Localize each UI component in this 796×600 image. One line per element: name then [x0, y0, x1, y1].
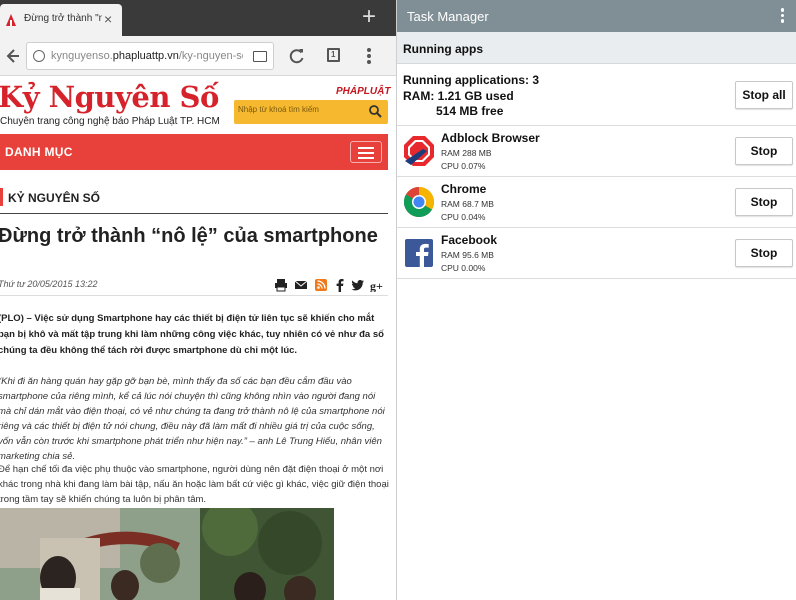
plo-logo: PHÁPLUẬT	[336, 86, 391, 97]
twitter-icon[interactable]	[351, 278, 365, 292]
app-cpu: CPU 0.00%	[441, 263, 486, 273]
tab-switcher-icon[interactable]: 1	[327, 48, 340, 62]
site-search-box[interactable]: Nhập từ khoá tìm kiếm	[234, 100, 388, 124]
task-manager-window: Task Manager Running apps Running applic…	[396, 0, 796, 600]
tab-strip: Đừng trở thành "n × +	[0, 0, 396, 36]
favicon-icon	[6, 14, 16, 26]
adblock-icon	[404, 136, 434, 166]
mail-icon[interactable]	[294, 278, 308, 292]
app-bar: Task Manager	[397, 0, 796, 32]
search-icon[interactable]	[368, 104, 382, 118]
new-tab-button[interactable]: +	[362, 4, 376, 30]
section-header: Running apps	[397, 32, 796, 64]
app-ram: RAM 68.7 MB	[441, 199, 494, 209]
globe-icon	[33, 50, 45, 62]
section-label[interactable]: KỶ NGUYÊN SỐ	[8, 191, 100, 205]
back-arrow-icon[interactable]	[4, 43, 24, 69]
facebook-icon	[405, 239, 433, 267]
ram-used: RAM: 1.21 GB used	[403, 89, 514, 103]
print-icon[interactable]	[274, 278, 288, 292]
app-ram: RAM 288 MB	[441, 148, 492, 158]
site-search-input[interactable]: Nhập từ khoá tìm kiếm	[238, 105, 362, 119]
rss-icon[interactable]	[314, 278, 328, 292]
app-name: Facebook	[441, 233, 498, 247]
url-prefix: kynguyenso.	[51, 50, 113, 62]
app-row-chrome[interactable]: Chrome RAM 68.7 MB CPU 0.04% Stop	[397, 177, 796, 228]
tab-close-button[interactable]: ×	[104, 11, 112, 27]
chrome-icon	[403, 187, 435, 218]
site-tagline: Chuyên trang công nghệ báo Pháp Luật TP.…	[0, 116, 220, 127]
article-meta: Thứ tư 20/05/2015 13:22 g+	[0, 276, 388, 296]
url-host: phapluattp.vn	[112, 50, 179, 62]
section-heading: KỶ NGUYÊN SỐ	[0, 186, 388, 214]
hamburger-menu-icon[interactable]	[350, 141, 382, 163]
app-ram: RAM 95.6 MB	[441, 250, 494, 260]
site-logo[interactable]: Kỷ Nguyên Số	[0, 80, 219, 114]
article-headline: Đừng trở thành “nô lệ” của smartphone	[0, 225, 378, 247]
category-bar: DANH MỤC	[0, 134, 388, 170]
category-label[interactable]: DANH MỤC	[5, 145, 73, 159]
reader-mode-icon[interactable]	[253, 51, 267, 62]
running-apps-heading: Running apps	[403, 42, 483, 56]
section-accent-bar	[0, 188, 3, 206]
article-quote: “Khi đi ăn hàng quán hay gặp gỡ bạn bè, …	[0, 376, 385, 462]
article-paragraph: Để hạn chế tối đa việc phụ thuộc vào sma…	[0, 464, 389, 505]
app-cpu: CPU 0.07%	[441, 161, 486, 171]
app-cpu: CPU 0.04%	[441, 212, 486, 222]
app-title: Task Manager	[407, 9, 489, 24]
ram-free: 514 MB free	[436, 104, 504, 118]
stop-adblock-button[interactable]: Stop	[735, 137, 793, 165]
stop-chrome-button[interactable]: Stop	[735, 188, 793, 216]
browser-window: Đừng trở thành "n × + kynguyenso.phaplua…	[0, 0, 396, 600]
browser-tab[interactable]: Đừng trở thành "n ×	[0, 4, 122, 36]
reload-icon[interactable]	[288, 43, 306, 69]
facebook-share-icon[interactable]	[333, 278, 347, 292]
google-plus-icon[interactable]: g+	[370, 278, 386, 292]
svg-text:g+: g+	[370, 279, 383, 292]
stop-all-button[interactable]: Stop all	[735, 81, 793, 109]
app-name: Chrome	[441, 182, 487, 196]
overflow-menu-icon[interactable]	[780, 8, 785, 24]
url-path: /ky-nguyen-so	[178, 50, 243, 62]
stop-facebook-button[interactable]: Stop	[735, 239, 793, 267]
app-row-adblock[interactable]: Adblock Browser RAM 288 MB CPU 0.07% Sto…	[397, 126, 796, 177]
tab-title: Đừng trở thành "n	[24, 13, 102, 24]
site-header: Kỷ Nguyên Số Chuyên trang công nghệ báo …	[0, 76, 396, 134]
app-name: Adblock Browser	[441, 131, 540, 145]
summary-panel: Running applications: 3 RAM: 1.21 GB use…	[397, 64, 796, 126]
running-count: Running applications: 3	[403, 73, 540, 87]
article-lede: (PLO) – Việc sử dụng Smartphone hay các …	[0, 313, 384, 356]
browser-menu-icon[interactable]	[366, 47, 372, 65]
article-photo	[0, 508, 334, 600]
url-text[interactable]: kynguyenso.phapluattp.vn/ky-nguyen-so	[51, 50, 243, 62]
app-row-facebook[interactable]: Facebook RAM 95.6 MB CPU 0.00% Stop	[397, 228, 796, 279]
browser-toolbar: kynguyenso.phapluattp.vn/ky-nguyen-so 1	[0, 36, 396, 76]
article-date: Thứ tư 20/05/2015 13:22	[0, 279, 98, 289]
address-bar[interactable]: kynguyenso.phapluattp.vn/ky-nguyen-so	[26, 42, 274, 70]
